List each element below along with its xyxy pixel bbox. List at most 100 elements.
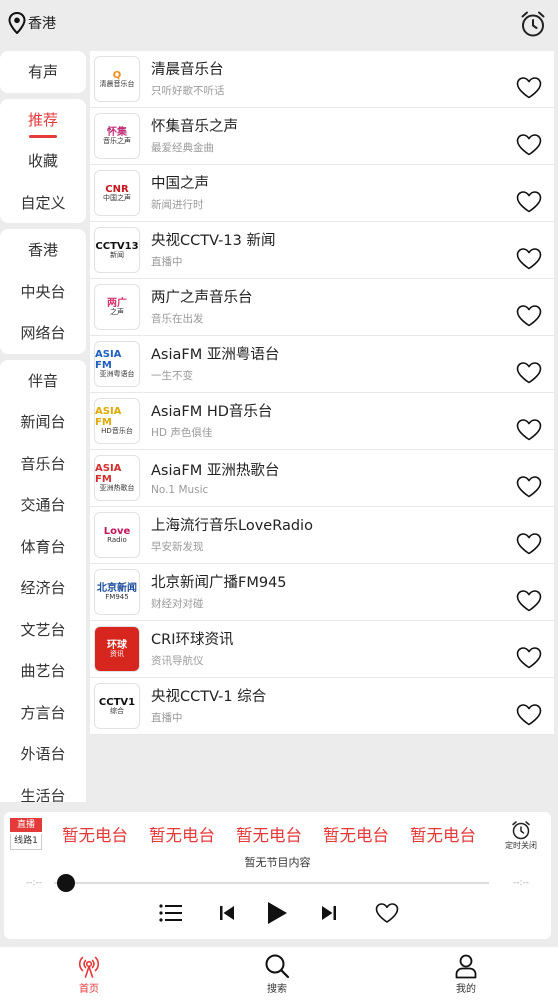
sidebar-item[interactable]: 体育台 xyxy=(0,526,86,568)
tab-search[interactable]: 搜索 xyxy=(247,953,307,995)
station-title: AsiaFM 亚洲粤语台 xyxy=(151,347,280,363)
station-logo-caption: 资讯 xyxy=(110,649,124,658)
sidebar-item[interactable]: 网络台 xyxy=(0,312,86,354)
station-row[interactable]: CNR 中国之声 中国之声 新闻进行时 xyxy=(90,165,554,222)
station-logo: ASIA FM 亚洲热歌台 xyxy=(94,455,140,501)
playlist-button[interactable] xyxy=(156,900,186,926)
tab-home[interactable]: 首页 xyxy=(59,953,119,995)
station-marquee: 暂无电台 暂无电台 暂无电台 暂无电台 暂无电台 xyxy=(62,822,497,846)
station-logo: CNR 中国之声 xyxy=(94,170,140,216)
station-logo-caption: 新闻 xyxy=(110,250,124,259)
sidebar-item[interactable]: 外语台 xyxy=(0,733,86,775)
station-info: 两广之声音乐台 音乐在出发 xyxy=(151,288,554,326)
station-row[interactable]: 两广 之声 两广之声音乐台 音乐在出发 xyxy=(90,279,554,336)
station-subtitle: 只听好歌不听话 xyxy=(151,85,225,97)
station-logo: CCTV13 新闻 xyxy=(94,227,140,273)
progress-thumb[interactable] xyxy=(57,874,75,892)
station-subtitle: 财经对对碰 xyxy=(151,598,204,610)
live-badge: 直播 xyxy=(10,818,42,832)
play-icon xyxy=(268,902,287,924)
station-logo-mark: 北京新闻 xyxy=(97,582,137,594)
station-row[interactable]: Q 清晨音乐台 清晨音乐台只听好歌不听话 xyxy=(90,51,554,108)
list-icon xyxy=(159,904,182,922)
location-selector[interactable]: 香港 xyxy=(8,12,56,34)
station-row[interactable]: Love Radio 上海流行音乐LoveRadio 早安新发现 xyxy=(90,507,554,564)
sidebar-item[interactable]: 音乐台 xyxy=(0,443,86,485)
favorite-heart-icon[interactable] xyxy=(516,191,542,213)
station-row[interactable]: ASIA FM 亚洲粤语台 AsiaFM 亚洲粤语台 一生不变 xyxy=(90,336,554,393)
sidebar-item[interactable]: 交通台 xyxy=(0,484,86,526)
sidebar-item[interactable]: 方言台 xyxy=(0,692,86,734)
station-logo: 环球 资讯 xyxy=(94,626,140,672)
station-info: 怀集音乐之声 最爱经典金曲 xyxy=(151,117,554,155)
station-row[interactable]: ASIA FM 亚洲热歌台 AsiaFM 亚洲热歌台 No.1 Music xyxy=(90,450,554,507)
sidebar-group: 有声 xyxy=(0,51,86,93)
sidebar-item[interactable]: 推荐 xyxy=(0,99,86,141)
station-subtitle: No.1 Music xyxy=(151,483,209,496)
station-logo-mark: Q xyxy=(112,69,122,81)
station-logo: 两广 之声 xyxy=(94,284,140,330)
sidebar-item[interactable]: 新闻台 xyxy=(0,401,86,443)
station-row[interactable]: CCTV13 新闻 央视CCTV-13 新闻 直播中 xyxy=(90,222,554,279)
sidebar-item[interactable]: 收藏 xyxy=(0,140,86,182)
station-info: CRI环球资讯 资讯导航仪 xyxy=(151,630,554,668)
favorite-heart-icon[interactable] xyxy=(516,77,542,99)
station-row[interactable]: ASIA FM HD音乐台 AsiaFM HD音乐台 HD 声色俱佳 xyxy=(90,393,554,450)
previous-button[interactable] xyxy=(214,900,240,926)
top-bar: 香港 xyxy=(0,0,558,48)
station-row[interactable]: 环球 资讯 CRI环球资讯 资讯导航仪 xyxy=(90,621,554,678)
station-logo-mark: CCTV13 xyxy=(95,240,139,252)
favorite-heart-icon[interactable] xyxy=(516,362,542,384)
favorite-heart-icon[interactable] xyxy=(516,704,542,726)
tab-profile[interactable]: 我的 xyxy=(436,953,496,995)
tab-profile-label: 我的 xyxy=(456,984,476,995)
station-subtitle: 早安新发现 xyxy=(151,541,204,553)
station-logo: ASIA FM HD音乐台 xyxy=(94,398,140,444)
station-info: AsiaFM 亚洲粤语台 一生不变 xyxy=(151,345,554,383)
station-logo-mark: ASIA FM xyxy=(95,349,122,372)
favorite-heart-icon[interactable] xyxy=(516,590,542,612)
alarm-clock-icon[interactable] xyxy=(520,10,546,38)
favorite-button[interactable] xyxy=(372,900,402,926)
sidebar-item[interactable]: 自定义 xyxy=(0,182,86,224)
favorite-heart-icon[interactable] xyxy=(516,419,542,441)
elapsed-time: --:-- xyxy=(26,878,43,888)
bottom-nav: 首页 搜索 我的 xyxy=(0,947,558,1000)
favorite-heart-icon[interactable] xyxy=(516,305,542,327)
sidebar-item[interactable]: 伴音 xyxy=(0,360,86,402)
next-button[interactable] xyxy=(316,900,342,926)
sidebar-item[interactable]: 香港 xyxy=(0,229,86,271)
station-logo-mark: CCTV1 xyxy=(98,696,136,708)
station-subtitle: 直播中 xyxy=(151,256,183,268)
sidebar-item[interactable]: 文艺台 xyxy=(0,609,86,651)
station-row[interactable]: 怀集 音乐之声 怀集音乐之声 最爱经典金曲 xyxy=(90,108,554,165)
station-info: 上海流行音乐LoveRadio 早安新发现 xyxy=(151,516,554,554)
station-row[interactable]: CCTV1 综合 央视CCTV-1 综合 直播中 xyxy=(90,678,554,735)
station-logo: Q 清晨音乐台 xyxy=(94,56,140,102)
favorite-heart-icon[interactable] xyxy=(516,647,542,669)
line-switch-button[interactable]: 线路1 xyxy=(10,834,42,850)
sleep-timer-button[interactable]: 定时关闭 xyxy=(503,820,539,851)
total-time: --:-- xyxy=(512,878,529,888)
sidebar-item[interactable]: 生活台 xyxy=(0,775,86,802)
favorite-heart-icon[interactable] xyxy=(516,476,542,498)
sidebar-item[interactable]: 中央台 xyxy=(0,271,86,313)
radio-icon xyxy=(78,956,100,978)
station-logo-mark: ASIA FM xyxy=(95,463,122,486)
category-sidebar[interactable]: 有声推荐 收藏 自定义香港 中央台 网络台伴音 新闻台 音乐台 交通台 体育台 经济台 文艺台 曲艺台… xyxy=(0,51,86,802)
sidebar-item[interactable]: 经济台 xyxy=(0,567,86,609)
station-row[interactable]: 北京新闻 FM945 北京新闻广播FM945 财经对对碰 xyxy=(90,564,554,621)
sidebar-item[interactable]: 曲艺台 xyxy=(0,650,86,692)
sidebar-item[interactable]: 有声 xyxy=(0,51,86,93)
alarm-clock-icon xyxy=(512,821,530,840)
play-button[interactable] xyxy=(262,900,292,926)
station-info: 央视CCTV-13 新闻 直播中 xyxy=(151,231,554,269)
favorite-heart-icon[interactable] xyxy=(516,533,542,555)
favorite-heart-icon[interactable] xyxy=(516,248,542,270)
favorite-heart-icon[interactable] xyxy=(516,134,542,156)
station-logo-caption: HD音乐台 xyxy=(101,427,133,436)
sleep-timer-label: 定时关闭 xyxy=(505,841,537,850)
progress-track[interactable] xyxy=(54,882,489,884)
station-title: 清晨音乐台 xyxy=(151,62,224,78)
station-subtitle: 最爱经典金曲 xyxy=(151,142,214,154)
